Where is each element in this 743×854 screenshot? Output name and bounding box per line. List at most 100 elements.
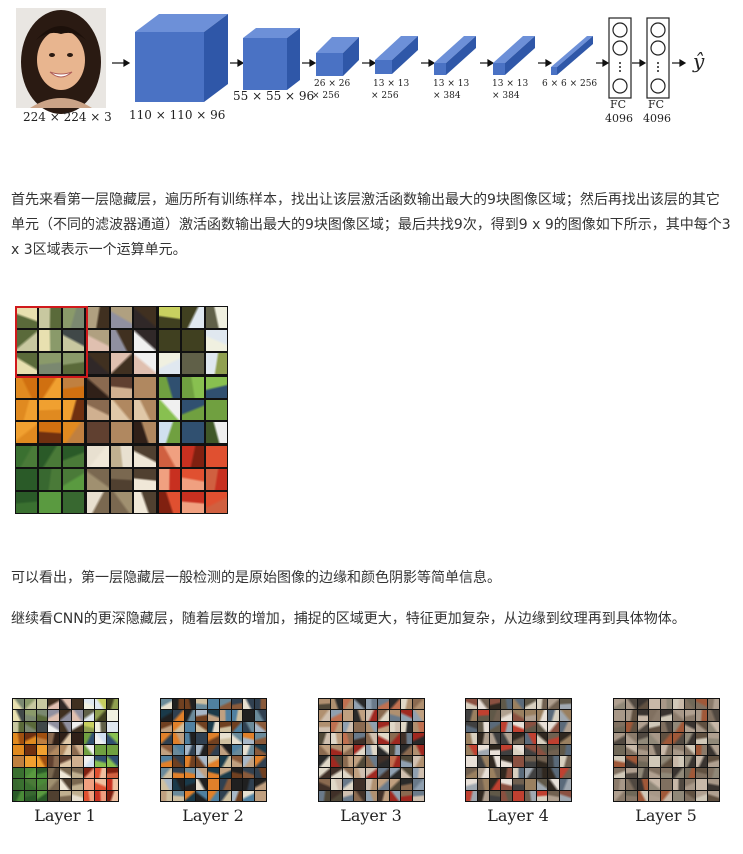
feature-patch bbox=[524, 710, 536, 721]
feature-patch bbox=[16, 399, 38, 421]
feature-patch bbox=[708, 721, 719, 733]
feature-patch bbox=[560, 699, 571, 710]
feature-patch bbox=[36, 710, 48, 721]
feature-patch bbox=[87, 422, 109, 444]
conv-block-2 bbox=[243, 28, 300, 90]
feature-patch bbox=[366, 733, 377, 744]
feature-patch bbox=[184, 733, 196, 744]
conv-block-4 bbox=[375, 36, 418, 74]
feature-patch bbox=[672, 699, 684, 710]
feature-patch bbox=[672, 733, 684, 744]
feature-patch bbox=[661, 756, 672, 767]
feature-patch bbox=[342, 779, 354, 790]
feature-patch bbox=[208, 779, 219, 790]
feature-patch bbox=[71, 790, 83, 801]
feature-patch bbox=[48, 710, 60, 721]
feature-patch bbox=[548, 756, 560, 767]
feature-patch bbox=[513, 721, 524, 733]
feature-patch bbox=[95, 779, 107, 790]
feature-patch bbox=[158, 422, 181, 444]
feature-patch bbox=[16, 422, 38, 444]
feature-patch bbox=[342, 699, 354, 710]
feature-patch bbox=[205, 492, 227, 513]
feature-patch bbox=[39, 422, 61, 444]
layer4-size-label-a: 13 × 13 bbox=[373, 79, 410, 89]
feature-patch bbox=[614, 733, 625, 744]
feature-patch bbox=[696, 779, 708, 790]
feature-patch bbox=[501, 721, 513, 733]
feature-patch bbox=[36, 744, 48, 756]
layer3-thumbnail-grid bbox=[318, 698, 425, 802]
feature-patch bbox=[205, 329, 227, 351]
fc-layer-2 bbox=[646, 17, 670, 99]
feature-patch bbox=[377, 699, 389, 710]
feature-patch bbox=[513, 733, 524, 744]
layer5-size-label-a: 13 × 13 bbox=[433, 79, 470, 89]
feature-patch bbox=[48, 767, 60, 779]
feature-patch bbox=[255, 779, 266, 790]
feature-patch bbox=[16, 469, 38, 491]
feature-patch bbox=[513, 790, 524, 801]
feature-patch bbox=[60, 710, 71, 721]
feature-patch bbox=[24, 710, 36, 721]
feature-patch bbox=[637, 699, 649, 710]
feature-patch bbox=[243, 790, 255, 801]
feature-patch bbox=[477, 733, 489, 744]
feature-patch bbox=[196, 721, 208, 733]
feature-patch bbox=[560, 767, 571, 779]
feature-patch bbox=[161, 721, 172, 733]
feature-patch bbox=[696, 756, 708, 767]
feature-patch bbox=[231, 733, 243, 744]
feature-patch bbox=[330, 767, 342, 779]
feature-patch bbox=[13, 699, 24, 710]
feature-patch bbox=[366, 767, 377, 779]
feature-patch bbox=[536, 744, 548, 756]
feature-patch bbox=[637, 744, 649, 756]
feature-patch bbox=[319, 699, 330, 710]
fc2-label-a: FC bbox=[648, 98, 665, 111]
feature-patch bbox=[649, 756, 661, 767]
feature-patch bbox=[548, 699, 560, 710]
feature-patch bbox=[182, 376, 204, 398]
feature-patch bbox=[158, 469, 181, 491]
feature-patch bbox=[672, 744, 684, 756]
feature-patch bbox=[110, 469, 133, 491]
feature-patch bbox=[110, 352, 133, 374]
feature-patch bbox=[501, 790, 513, 801]
layer3-size-label-b: × 256 bbox=[312, 91, 340, 101]
feature-patch bbox=[696, 721, 708, 733]
feature-patch bbox=[330, 756, 342, 767]
feature-patch bbox=[208, 756, 219, 767]
feature-patch bbox=[255, 767, 266, 779]
feature-patch bbox=[524, 744, 536, 756]
feature-patch bbox=[672, 779, 684, 790]
feature-patch bbox=[24, 733, 36, 744]
layer5-size-label-b: × 384 bbox=[433, 91, 461, 101]
feature-patch bbox=[389, 790, 401, 801]
feature-patch bbox=[87, 446, 109, 468]
feature-patch bbox=[13, 779, 24, 790]
feature-patch bbox=[208, 710, 219, 721]
layer7-size-label: 6 × 6 × 256 bbox=[542, 79, 598, 89]
feature-patch bbox=[48, 733, 60, 744]
feature-patch bbox=[466, 790, 477, 801]
feature-patch bbox=[489, 721, 501, 733]
feature-patch bbox=[560, 790, 571, 801]
input-size-label: 224 × 224 × 3 bbox=[23, 110, 112, 124]
feature-patch bbox=[13, 733, 24, 744]
feature-patch bbox=[401, 710, 413, 721]
feature-patch bbox=[95, 767, 107, 779]
feature-patch bbox=[477, 779, 489, 790]
feature-patch bbox=[219, 756, 231, 767]
feature-patch bbox=[255, 790, 266, 801]
feature-patch bbox=[466, 710, 477, 721]
feature-patch bbox=[184, 779, 196, 790]
feature-patch bbox=[389, 721, 401, 733]
feature-patch bbox=[319, 779, 330, 790]
feature-patch bbox=[13, 744, 24, 756]
fc1-label-b: 4096 bbox=[605, 112, 633, 125]
feature-patch bbox=[184, 721, 196, 733]
feature-patch bbox=[536, 790, 548, 801]
feature-patch bbox=[107, 744, 118, 756]
feature-patch bbox=[625, 790, 637, 801]
